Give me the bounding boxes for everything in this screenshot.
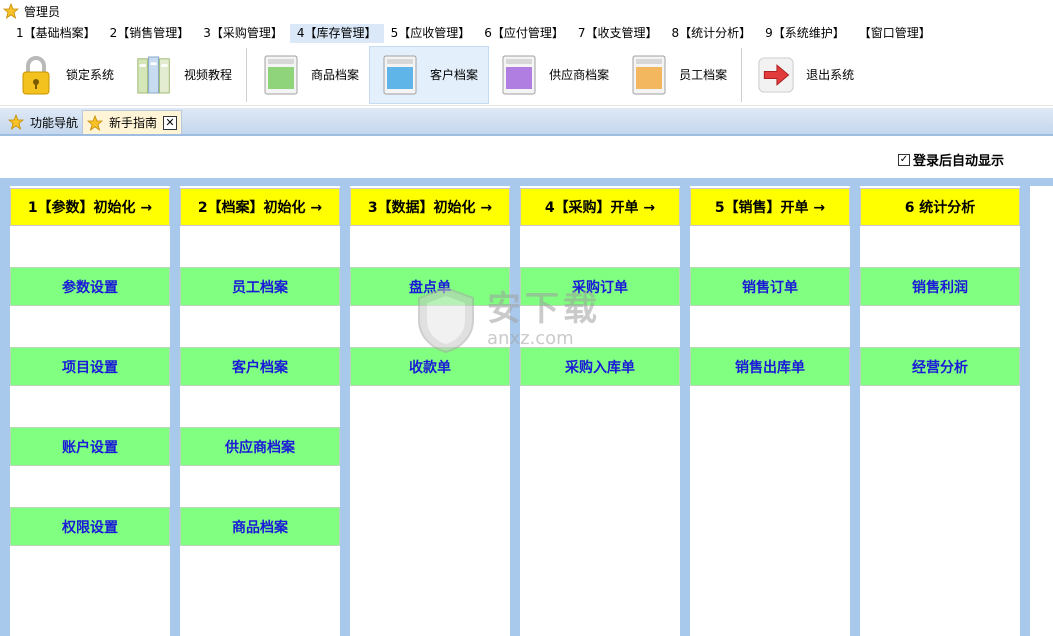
column-head-sales: 5【销售】开单 → — [690, 188, 850, 226]
menu-sales[interactable]: 2【销售管理】 — [103, 24, 197, 43]
video-tutorial-label: 视频教程 — [184, 68, 233, 82]
business-analysis-button[interactable]: 经营分析 — [860, 347, 1020, 386]
toolbar: 锁定系统 视频教程 商品档案 客户档案 供应商档案 员工档案 退出系统 — [0, 44, 1053, 106]
auto-show-label: 登录后自动显示 — [913, 154, 1005, 169]
employee-archive-label: 员工档案 — [679, 68, 728, 82]
options-bar: ✓ 登录后自动显示 — [0, 138, 1053, 178]
exit-system-button[interactable]: 退出系统 — [746, 46, 864, 104]
column-data: 3【数据】初始化 → 盘点单 收款单 — [350, 186, 510, 636]
menu-statistics[interactable]: 8【统计分析】 — [664, 24, 758, 43]
permission-settings-button[interactable]: 权限设置 — [10, 507, 170, 546]
column-head-archives: 2【档案】初始化 → — [180, 188, 340, 226]
column-sales: 5【销售】开单 → 销售订单 销售出库单 — [690, 186, 850, 636]
purchase-order-button[interactable]: 采购订单 — [520, 267, 680, 306]
column-head-statistics: 6 统计分析 — [860, 188, 1020, 226]
customer-archive-button[interactable]: 客户档案 — [369, 45, 490, 104]
column-head-params: 1【参数】初始化 → — [10, 188, 170, 226]
exit-system-label: 退出系统 — [806, 68, 855, 82]
binders-icon — [136, 52, 172, 98]
supplier-archive-button[interactable]: 供应商档案 — [489, 46, 619, 104]
menu-payables[interactable]: 6【应付管理】 — [477, 24, 571, 43]
tab-beginner-guide-label: 新手指南 — [109, 116, 158, 130]
toolbar-separator — [246, 47, 248, 102]
menu-receivables[interactable]: 5【应收管理】 — [384, 24, 478, 43]
purchase-inbound-button[interactable]: 采购入库单 — [520, 347, 680, 386]
project-settings-button[interactable]: 项目设置 — [10, 347, 170, 386]
close-icon[interactable]: ✕ — [163, 115, 178, 130]
checkbox-checked-icon: ✓ — [898, 153, 910, 166]
tab-function-nav-label: 功能导航 — [30, 115, 79, 130]
auto-show-checkbox[interactable]: ✓ 登录后自动显示 — [898, 150, 1004, 169]
title-bar: 管理员 — [0, 0, 1053, 22]
padlock-icon — [18, 52, 54, 98]
employee-document-icon — [631, 52, 667, 98]
tab-strip: 功能导航 新手指南 ✕ — [0, 108, 1053, 136]
lock-system-label: 锁定系统 — [66, 68, 115, 82]
employee-archive-button[interactable]: 员工档案 — [619, 46, 737, 104]
goods-archive-link[interactable]: 商品档案 — [180, 507, 340, 546]
guide-board: 1【参数】初始化 → 参数设置 项目设置 账户设置 权限设置 2【档案】初始化 … — [0, 178, 1053, 636]
column-statistics: 6 统计分析 销售利润 经营分析 — [860, 186, 1020, 636]
tab-function-nav[interactable]: 功能导航 — [4, 110, 82, 134]
column-head-purchase: 4【采购】开单 → — [520, 188, 680, 226]
star-icon — [87, 114, 104, 131]
menu-income-expense[interactable]: 7【收支管理】 — [571, 24, 665, 43]
supplier-archive-label: 供应商档案 — [549, 68, 610, 82]
window-title: 管理员 — [24, 4, 61, 19]
menu-bar: 1【基础档案】 2【销售管理】 3【采购管理】 4【库存管理】 5【应收管理】 … — [0, 23, 1053, 44]
menu-system[interactable]: 9【系统维护】 — [758, 24, 852, 43]
menu-purchase[interactable]: 3【采购管理】 — [196, 24, 290, 43]
sales-outbound-button[interactable]: 销售出库单 — [690, 347, 850, 386]
right-margin-panel — [1030, 186, 1053, 636]
supplier-document-icon — [501, 52, 537, 98]
employee-archive-link[interactable]: 员工档案 — [180, 267, 340, 306]
goods-document-icon — [263, 52, 299, 98]
goods-archive-button[interactable]: 商品档案 — [251, 46, 369, 104]
customer-archive-link[interactable]: 客户档案 — [180, 347, 340, 386]
goods-archive-label: 商品档案 — [311, 68, 360, 82]
menu-basic-archive[interactable]: 1【基础档案】 — [9, 24, 103, 43]
supplier-archive-link[interactable]: 供应商档案 — [180, 427, 340, 466]
menu-window[interactable]: 【窗口管理】 — [852, 24, 938, 43]
customer-archive-label: 客户档案 — [430, 68, 479, 82]
sales-profit-button[interactable]: 销售利润 — [860, 267, 1020, 306]
stocktake-sheet-button[interactable]: 盘点单 — [350, 267, 510, 306]
column-archives: 2【档案】初始化 → 员工档案 客户档案 供应商档案 商品档案 — [180, 186, 340, 636]
toolbar-separator — [741, 47, 743, 102]
video-tutorial-button[interactable]: 视频教程 — [124, 46, 242, 104]
param-settings-button[interactable]: 参数设置 — [10, 267, 170, 306]
tab-beginner-guide[interactable]: 新手指南 ✕ — [82, 110, 183, 134]
exit-arrow-icon — [758, 52, 794, 98]
receipt-sheet-button[interactable]: 收款单 — [350, 347, 510, 386]
customer-document-icon — [382, 52, 418, 98]
star-icon — [3, 3, 19, 19]
column-purchase: 4【采购】开单 → 采购订单 采购入库单 — [520, 186, 680, 636]
star-icon — [8, 114, 24, 130]
lock-system-button[interactable]: 锁定系统 — [6, 46, 124, 104]
column-params: 1【参数】初始化 → 参数设置 项目设置 账户设置 权限设置 — [10, 186, 170, 636]
account-settings-button[interactable]: 账户设置 — [10, 427, 170, 466]
sales-order-button[interactable]: 销售订单 — [690, 267, 850, 306]
menu-inventory[interactable]: 4【库存管理】 — [289, 24, 384, 43]
column-head-data: 3【数据】初始化 → — [350, 188, 510, 226]
